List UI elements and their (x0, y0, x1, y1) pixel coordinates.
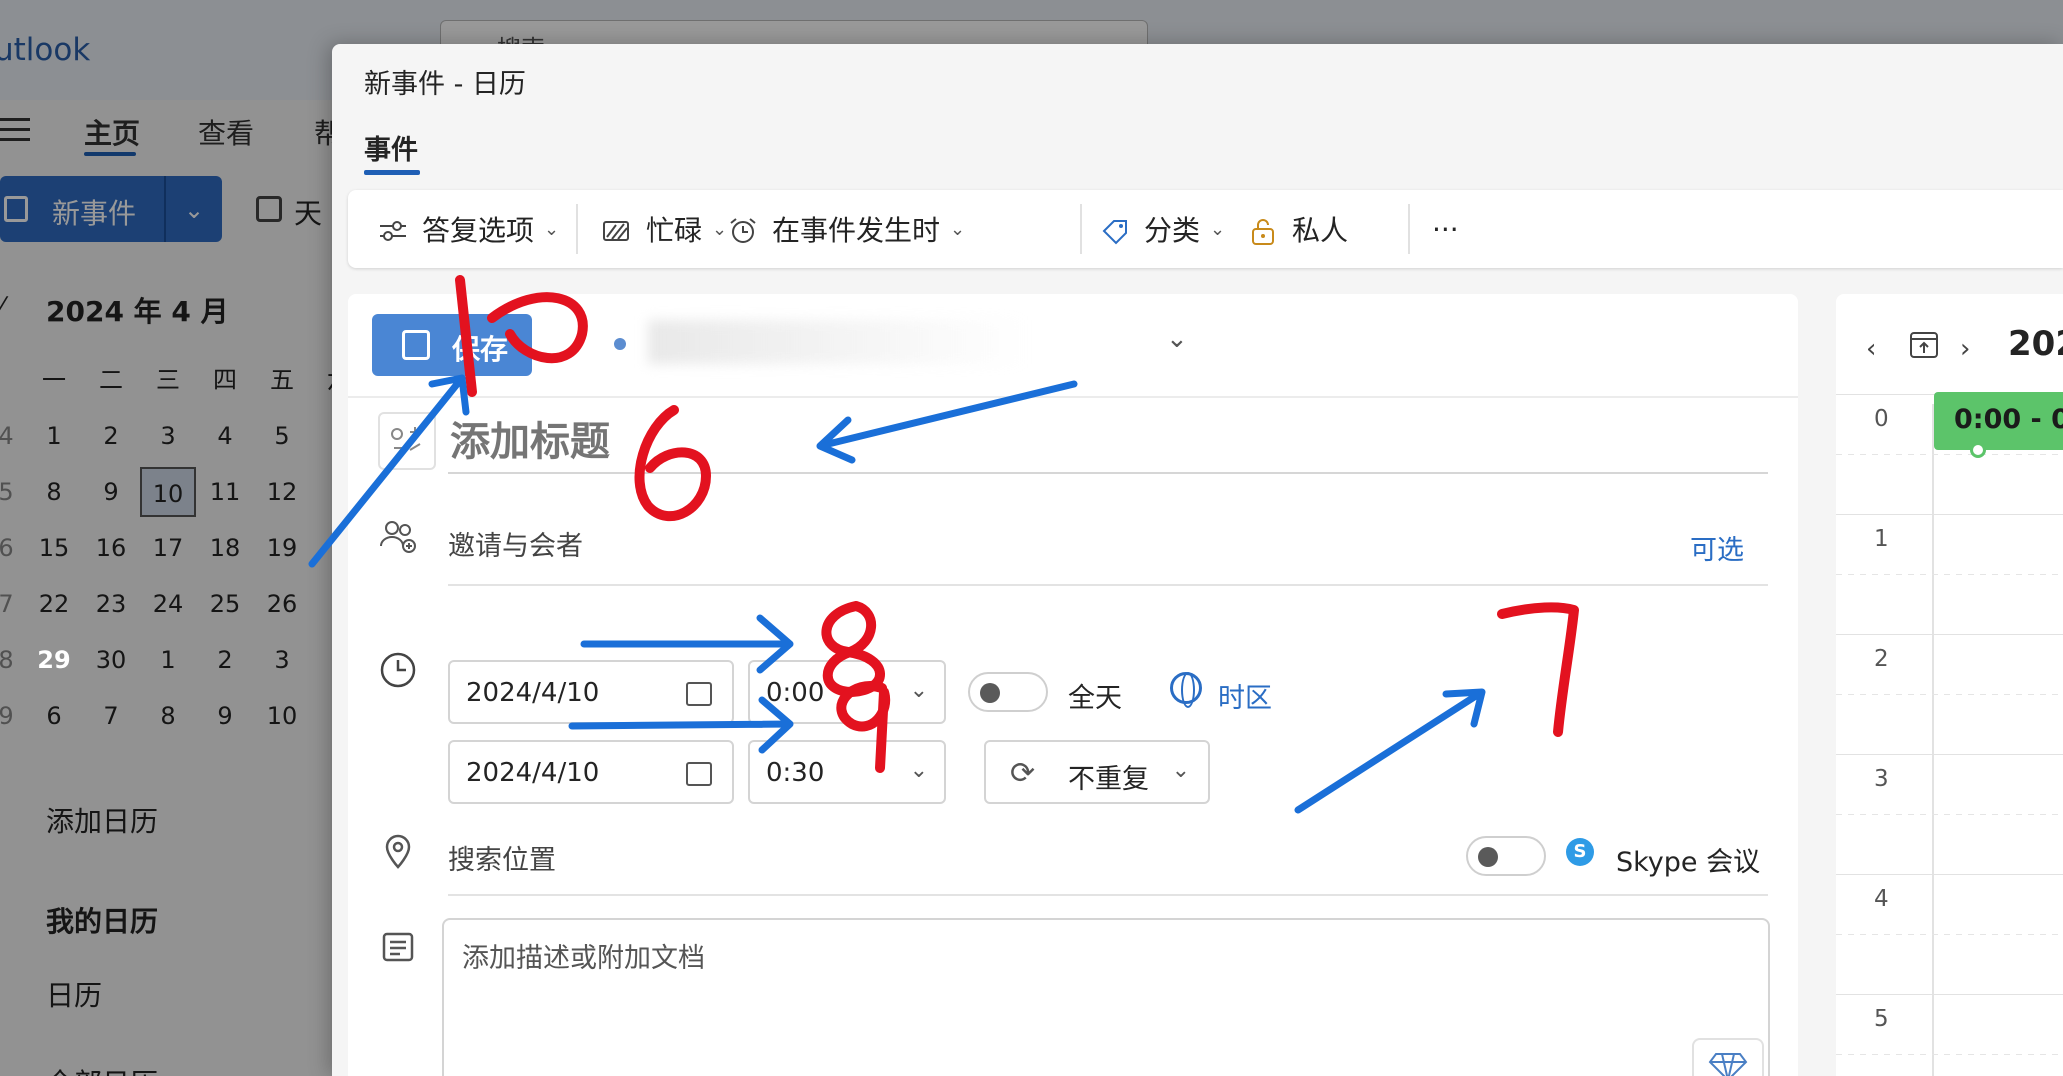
dialog-title: 新事件 - 日历 (364, 69, 526, 100)
half-hour-line (1836, 454, 2063, 455)
reminder-button[interactable]: 在事件发生时 ⌄ (728, 190, 965, 268)
end-time-value: 0:30 (766, 758, 825, 788)
categorize-button[interactable]: 分类 ⌄ (1100, 190, 1225, 268)
hour-line (1836, 874, 2063, 875)
hour-label: 5 (1874, 1006, 1889, 1032)
alarm-clock-icon (728, 217, 758, 243)
next-day-icon[interactable]: › (1960, 334, 1970, 364)
hour-label: 4 (1874, 886, 1889, 912)
start-date-field[interactable]: 2024/4/10 (448, 660, 734, 724)
start-date-value: 2024/4/10 (466, 678, 600, 708)
start-time-field[interactable]: 0:00 ⌄ (748, 660, 946, 724)
event-icon-picker[interactable] (378, 412, 436, 470)
show-as-busy-button[interactable]: 忙碌 ⌄ (602, 190, 727, 268)
all-day-label: 全天 (1068, 683, 1122, 714)
skype-icon: S (1566, 838, 1594, 866)
chevron-down-icon: ⌄ (712, 218, 728, 240)
day-view-date-heading: 202 (2008, 324, 2063, 364)
all-day-toggle[interactable] (968, 672, 1048, 712)
description-placeholder: 添加描述或附加文档 (462, 943, 705, 974)
premium-diamond-button[interactable] (1692, 1038, 1764, 1076)
timezone-button[interactable]: 时区 (1218, 676, 1272, 715)
tag-icon (1100, 217, 1130, 245)
half-hour-line (1836, 1054, 2063, 1055)
skype-meeting-label: Skype 会议 (1616, 847, 1761, 878)
optional-attendees-link[interactable]: 可选 (1690, 528, 1744, 567)
location-pin-icon (378, 832, 418, 872)
start-time-value: 0:00 (766, 678, 825, 708)
busy-pattern-icon (602, 217, 632, 241)
new-event-dialog: 新事件 - 日历 事件 答复选项 ⌄ 忙碌 ⌄ 在事件发生时 ⌄ 分类 ⌄ 私人… (332, 44, 2063, 1076)
event-title-input[interactable] (448, 412, 1768, 474)
description-icon (378, 928, 418, 968)
sliders-icon (378, 217, 408, 241)
calendar-color-dot (614, 338, 626, 350)
hour-line (1836, 634, 2063, 635)
calendar-picker-icon[interactable] (686, 762, 712, 786)
invite-attendees-input[interactable]: 邀请与会者 (448, 524, 583, 563)
end-time-field[interactable]: 0:30 ⌄ (748, 740, 946, 804)
response-options-label: 答复选项 (422, 214, 535, 247)
resize-handle[interactable] (1970, 442, 1986, 458)
hour-line (1836, 994, 2063, 995)
location-search-input[interactable]: 搜索位置 (448, 838, 556, 877)
lock-icon (1248, 217, 1278, 245)
more-options-button[interactable]: ··· (1432, 190, 1459, 268)
hour-line (1836, 754, 2063, 755)
chevron-down-icon: ⌄ (1210, 218, 1226, 240)
response-options-button[interactable]: 答复选项 ⌄ (378, 190, 559, 268)
chevron-down-icon: ⌄ (1171, 758, 1190, 783)
clock-icon (378, 650, 418, 690)
globe-icon[interactable] (1170, 672, 1202, 708)
save-icon (402, 330, 430, 360)
calendar-picker-icon[interactable] (686, 682, 712, 706)
people-add-icon (378, 516, 418, 556)
half-hour-line (1836, 694, 2063, 695)
skype-meeting-toggle[interactable] (1466, 836, 1546, 876)
hour-label: 3 (1874, 766, 1889, 792)
half-hour-line (1836, 934, 2063, 935)
today-icon[interactable] (1908, 328, 1940, 367)
chevron-down-icon[interactable]: ⌄ (910, 758, 928, 783)
repeat-value: 不重复 (1068, 764, 1149, 795)
calendar-selector-blurred[interactable] (648, 320, 1028, 364)
hour-line (1836, 514, 2063, 515)
new-event-block[interactable]: 0:00 - 0:30 (1934, 392, 2063, 450)
hour-label: 2 (1874, 646, 1889, 672)
hour-label: 0 (1874, 406, 1889, 432)
day-view-panel: ‹ › 202 0 1 2 3 4 5 0:00 - 0:30 (1836, 294, 2063, 1076)
end-date-field[interactable]: 2024/4/10 (448, 740, 734, 804)
chevron-down-icon: ⌄ (544, 218, 560, 240)
half-hour-line (1836, 574, 2063, 575)
private-label: 私人 (1292, 214, 1349, 247)
save-button[interactable]: 保存 (372, 314, 532, 376)
end-date-value: 2024/4/10 (466, 758, 600, 788)
chevron-down-icon: ⌄ (950, 218, 966, 240)
repeat-icon: ⟳ (1010, 756, 1036, 791)
private-button[interactable]: 私人 (1248, 190, 1348, 268)
hour-label: 1 (1874, 526, 1889, 552)
tab-event[interactable]: 事件 (364, 128, 418, 167)
chevron-down-icon[interactable]: ⌄ (910, 678, 928, 703)
event-form: 保存 ⌄ 邀请与会者 可选 2024/4/10 0:00 ⌄ 全天 时区 (348, 294, 1798, 1076)
event-ribbon: 答复选项 ⌄ 忙碌 ⌄ 在事件发生时 ⌄ 分类 ⌄ 私人 ··· (348, 190, 2063, 268)
reminder-label: 在事件发生时 (772, 214, 941, 247)
half-hour-line (1836, 814, 2063, 815)
busy-label: 忙碌 (646, 214, 703, 247)
save-label: 保存 (452, 333, 509, 366)
tab-event-underline (364, 170, 420, 175)
repeat-dropdown[interactable]: ⟳ 不重复 ⌄ (984, 740, 1210, 804)
categorize-label: 分类 (1144, 214, 1201, 247)
chevron-down-icon[interactable]: ⌄ (1166, 324, 1188, 354)
previous-day-icon[interactable]: ‹ (1866, 334, 1876, 364)
